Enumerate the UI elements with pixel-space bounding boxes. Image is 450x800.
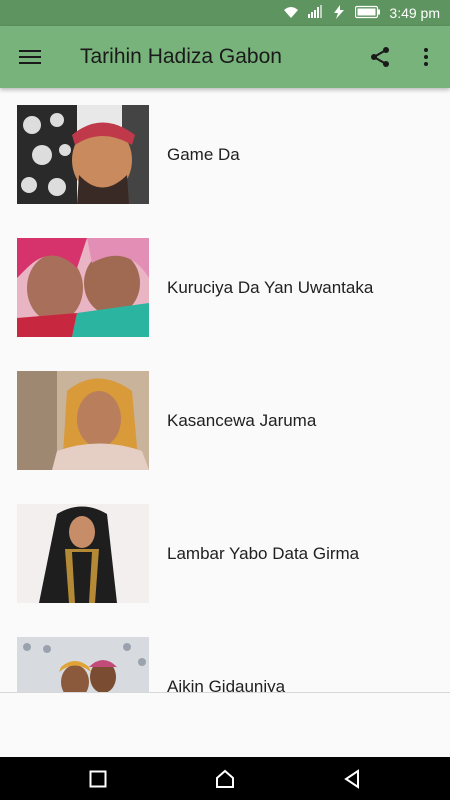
recent-apps-icon[interactable]	[68, 757, 128, 800]
list-item-label: Kasancewa Jaruma	[167, 411, 317, 430]
list-item-thumbnail	[17, 504, 149, 603]
app-bar: Tarihin Hadiza Gabon	[0, 26, 450, 88]
list-item-thumbnail	[17, 105, 149, 204]
list-item-thumbnail	[17, 371, 149, 470]
list-item-label: Game Da	[167, 145, 240, 164]
back-icon[interactable]	[322, 757, 382, 800]
battery-icon	[355, 5, 381, 22]
list-item[interactable]: Game Da	[0, 88, 450, 221]
system-nav-bar	[0, 757, 450, 800]
wifi-icon	[283, 5, 299, 22]
data-saver-icon	[331, 4, 347, 22]
share-icon[interactable]	[360, 37, 400, 77]
list-item-thumbnail	[17, 637, 149, 692]
signal-icon	[307, 4, 323, 22]
list-item-label: Kuruciya Da Yan Uwantaka	[167, 278, 374, 297]
bottom-ad-area	[0, 692, 450, 758]
status-icons: 3:49 pm	[283, 0, 440, 26]
chapter-list: Game Da Kuruciya Da Yan Uwantaka Kasance…	[0, 88, 450, 692]
status-time: 3:49 pm	[389, 5, 440, 21]
list-item[interactable]: Aikin Gidauniya	[0, 620, 450, 692]
list-item-label: Lambar Yabo Data Girma	[167, 544, 360, 563]
more-vert-icon[interactable]	[406, 37, 446, 77]
list-item[interactable]: Kuruciya Da Yan Uwantaka	[0, 221, 450, 354]
list-item-thumbnail	[17, 238, 149, 337]
hamburger-menu-icon[interactable]	[10, 37, 50, 77]
status-bar: 3:49 pm	[0, 0, 450, 26]
list-item-label: Aikin Gidauniya	[167, 677, 286, 692]
page-title: Tarihin Hadiza Gabon	[80, 45, 282, 68]
list-item[interactable]: Lambar Yabo Data Girma	[0, 487, 450, 620]
home-icon[interactable]	[195, 757, 255, 800]
list-item[interactable]: Kasancewa Jaruma	[0, 354, 450, 487]
